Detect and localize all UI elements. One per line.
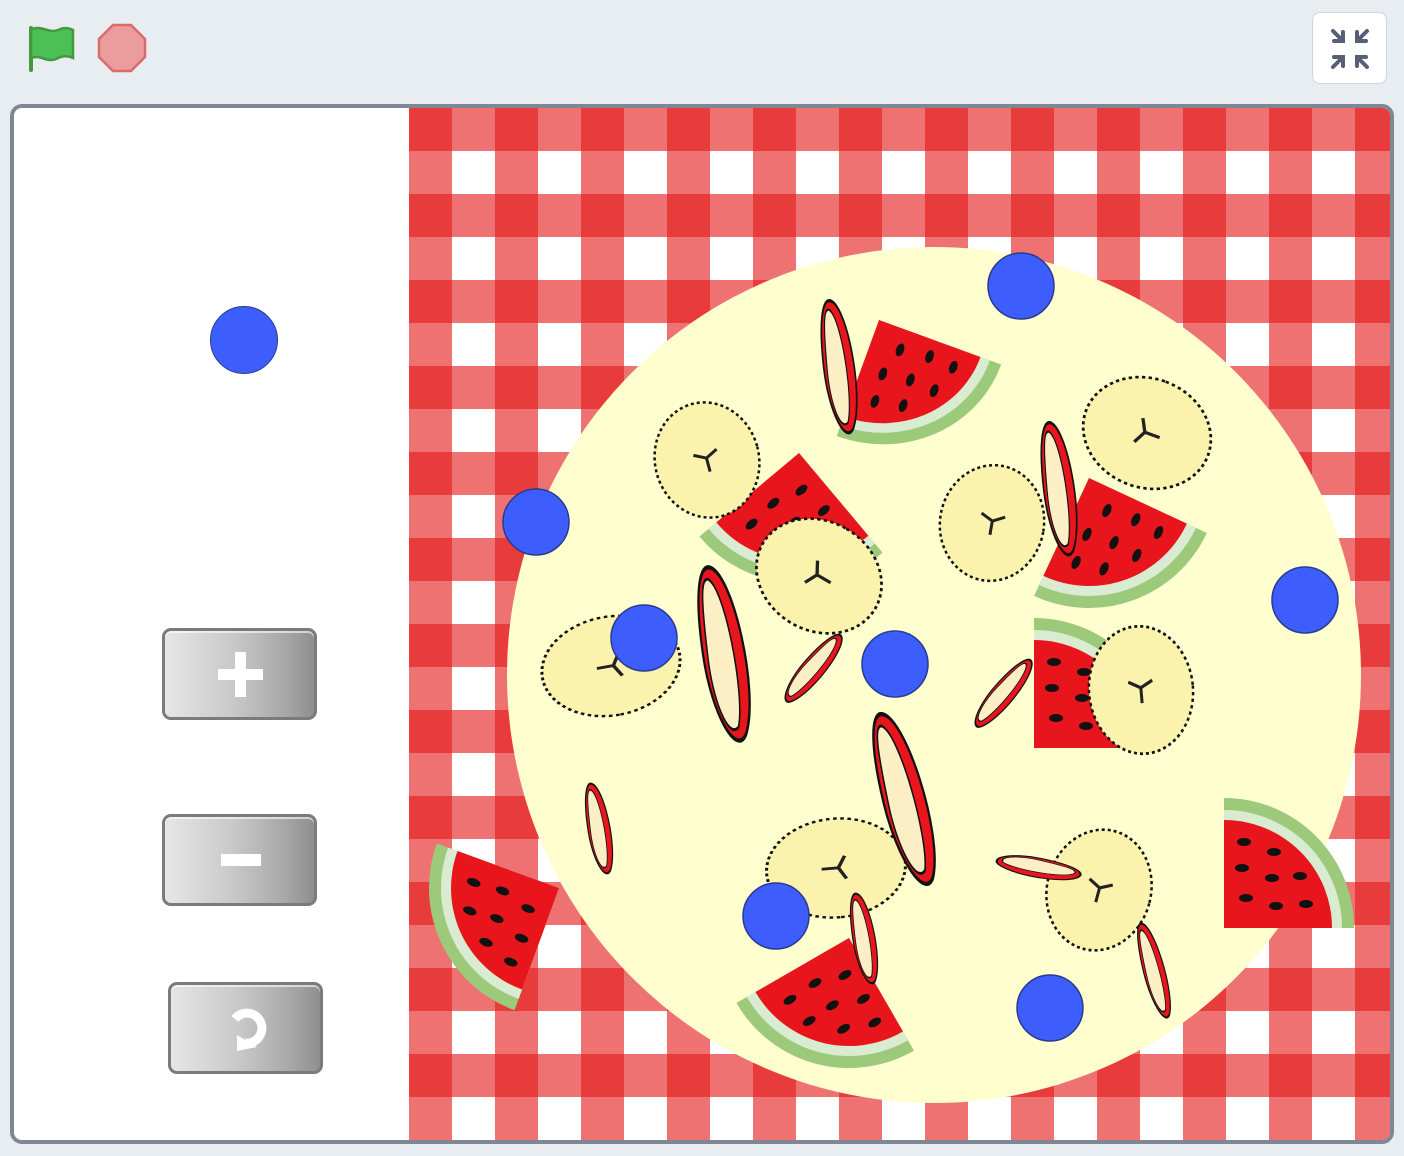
stage-header [0, 0, 1404, 96]
zoom-out-button[interactable] [162, 814, 317, 906]
blueberry[interactable] [610, 604, 678, 672]
blueberry-cursor[interactable] [210, 306, 278, 374]
blueberry[interactable] [987, 252, 1055, 320]
stop-button[interactable] [96, 22, 148, 74]
stop-sign-icon [97, 23, 147, 73]
picnic-scene [392, 108, 1390, 1140]
minus-icon [221, 854, 261, 866]
blueberry[interactable] [1016, 974, 1084, 1042]
rotate-icon [231, 1008, 267, 1051]
stage-canvas[interactable] [14, 108, 1390, 1140]
blueberry[interactable] [742, 882, 810, 950]
exit-fullscreen-icon [1331, 29, 1369, 69]
blueberry[interactable] [502, 488, 570, 556]
scene [392, 108, 1390, 1140]
blueberry[interactable] [861, 630, 929, 698]
left-panel [14, 108, 409, 1140]
stage-frame [10, 104, 1394, 1144]
reset-button[interactable] [168, 982, 323, 1074]
green-flag-button[interactable] [22, 20, 80, 76]
green-flag-icon [29, 26, 75, 72]
zoom-in-button[interactable] [162, 628, 317, 720]
plus-icon [218, 652, 263, 697]
blueberry[interactable] [1271, 566, 1339, 634]
exit-fullscreen-button[interactable] [1312, 12, 1387, 84]
